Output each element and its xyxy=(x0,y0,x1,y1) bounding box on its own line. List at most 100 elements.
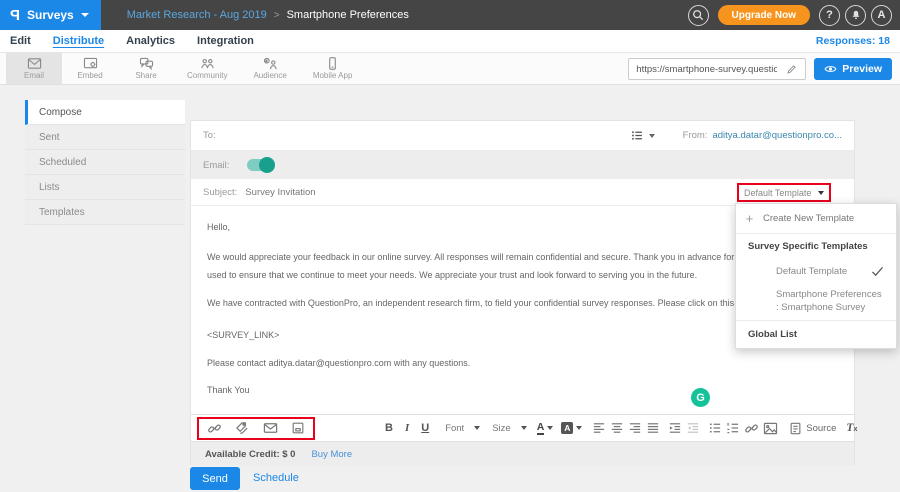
font-select-value: Font xyxy=(445,423,464,434)
survey-nav: Edit Distribute Analytics Integration Re… xyxy=(0,30,900,53)
chevron-down-icon xyxy=(81,13,89,17)
distribute-channels: Email Embed Share Community Audience Mob… xyxy=(0,53,900,85)
breadcrumb-survey-name: Smartphone Preferences xyxy=(287,9,409,21)
help-button[interactable]: ? xyxy=(819,5,840,26)
template-item-smartphone[interactable]: Smartphone Preferences : Smartphone Surv… xyxy=(736,284,896,320)
global-list-item[interactable]: Global List xyxy=(736,320,896,348)
insert-email-button[interactable] xyxy=(263,422,278,434)
email-toggle-label: Email: xyxy=(203,160,229,171)
to-input[interactable] xyxy=(224,130,622,141)
chevron-down-icon xyxy=(547,426,553,430)
bold-button[interactable]: B xyxy=(381,422,397,434)
to-label: To: xyxy=(203,130,216,141)
bullet-list-icon xyxy=(708,421,722,435)
channel-email[interactable]: Email xyxy=(6,53,62,84)
italic-button[interactable]: I xyxy=(401,422,413,434)
link-icon xyxy=(207,421,222,436)
surveys-menu[interactable]: P Surveys xyxy=(0,0,101,30)
bullet-list-button[interactable] xyxy=(708,421,722,435)
email-icon xyxy=(27,57,42,70)
align-center-button[interactable] xyxy=(610,421,624,435)
source-button[interactable]: Source xyxy=(786,422,839,435)
embed-card-icon xyxy=(291,421,305,435)
preview-label: Preview xyxy=(842,63,882,75)
template-select[interactable]: Default Template xyxy=(739,185,829,200)
url-preview-group: Preview xyxy=(628,58,892,80)
search-icon xyxy=(692,9,704,21)
eye-icon xyxy=(824,64,837,74)
background-color-button[interactable]: A xyxy=(559,422,584,434)
create-new-template-item[interactable]: + Create New Template xyxy=(736,204,896,234)
channel-embed[interactable]: Embed xyxy=(62,53,118,84)
remove-format-button[interactable]: T x xyxy=(843,422,860,434)
avatar[interactable]: A xyxy=(871,5,892,26)
channel-label: Mobile App xyxy=(313,71,353,80)
channel-audience[interactable]: Audience xyxy=(240,53,299,84)
underline-button[interactable]: U xyxy=(417,422,433,434)
recipient-list-button[interactable] xyxy=(630,129,655,142)
tab-edit[interactable]: Edit xyxy=(10,35,31,47)
align-justify-button[interactable] xyxy=(646,421,660,435)
insert-embed-button[interactable] xyxy=(291,421,305,435)
numbered-list-button[interactable] xyxy=(726,421,740,435)
indent-icon xyxy=(668,421,682,435)
from-email-link[interactable]: aditya.datar@questionpro.co... xyxy=(712,130,842,141)
search-button[interactable] xyxy=(688,5,709,26)
upgrade-now-button[interactable]: Upgrade Now xyxy=(718,5,810,25)
insert-image-button[interactable] xyxy=(763,422,778,435)
preview-button[interactable]: Preview xyxy=(814,58,892,80)
chevron-down-icon xyxy=(521,426,527,430)
template-item-default[interactable]: Default Template xyxy=(736,258,896,284)
sidebar-item-sent[interactable]: Sent xyxy=(25,125,185,150)
insert-survey-link-button[interactable] xyxy=(207,421,222,436)
send-button[interactable]: Send xyxy=(190,467,240,490)
indent-button[interactable] xyxy=(668,421,682,435)
align-right-button[interactable] xyxy=(628,421,642,435)
email-sidebar: Compose Sent Scheduled Lists Templates xyxy=(25,100,185,225)
tab-integration[interactable]: Integration xyxy=(197,35,254,47)
buy-more-link[interactable]: Buy More xyxy=(311,449,352,460)
insert-link-button[interactable] xyxy=(744,421,759,436)
remove-format-glyph: T xyxy=(846,422,853,434)
top-header: P Surveys Market Research - Aug 2019 > S… xyxy=(0,0,900,30)
to-row: To: From: aditya.datar@questionpro.co... xyxy=(191,121,854,151)
template-item-label: Default Template xyxy=(776,266,847,277)
channel-label: Email xyxy=(24,71,44,80)
annotation-box-template: Default Template xyxy=(737,183,831,202)
channel-label: Audience xyxy=(253,71,286,80)
outdent-button[interactable] xyxy=(686,421,700,435)
grammarly-icon[interactable]: G xyxy=(691,388,710,407)
available-credit-label: Available Credit: $ 0 xyxy=(205,449,295,460)
surveys-menu-label: Surveys xyxy=(27,8,74,22)
align-left-button[interactable] xyxy=(592,421,606,435)
chevron-down-icon xyxy=(818,191,824,195)
align-justify-icon xyxy=(646,421,660,435)
tab-analytics[interactable]: Analytics xyxy=(126,35,175,47)
survey-url-input[interactable] xyxy=(629,64,781,75)
size-select[interactable]: Size xyxy=(488,423,530,434)
channel-community[interactable]: Community xyxy=(174,53,240,84)
size-select-value: Size xyxy=(492,423,510,434)
subject-input[interactable]: Survey Invitation xyxy=(245,187,315,198)
notifications-button[interactable] xyxy=(845,5,866,26)
check-icon xyxy=(871,266,884,277)
email-toggle[interactable] xyxy=(247,159,273,171)
channel-mobile-app[interactable]: Mobile App xyxy=(300,53,366,84)
font-select[interactable]: Font xyxy=(441,423,484,434)
annotation-box-toolbar xyxy=(197,417,315,440)
bell-icon xyxy=(850,9,862,21)
sidebar-item-lists[interactable]: Lists xyxy=(25,175,185,200)
channel-share[interactable]: Share xyxy=(118,53,174,84)
sidebar-item-templates[interactable]: Templates xyxy=(25,200,185,225)
audience-icon xyxy=(263,57,278,70)
text-color-button[interactable]: A xyxy=(535,422,556,435)
tab-distribute[interactable]: Distribute xyxy=(53,35,104,47)
schedule-link[interactable]: Schedule xyxy=(253,472,299,484)
sidebar-item-compose[interactable]: Compose xyxy=(25,100,185,125)
image-icon xyxy=(763,422,778,435)
breadcrumb-folder[interactable]: Market Research - Aug 2019 xyxy=(127,9,267,21)
insert-tag-button[interactable] xyxy=(235,421,250,436)
align-right-icon xyxy=(628,421,642,435)
edit-url-button[interactable] xyxy=(781,59,801,79)
sidebar-item-scheduled[interactable]: Scheduled xyxy=(25,150,185,175)
